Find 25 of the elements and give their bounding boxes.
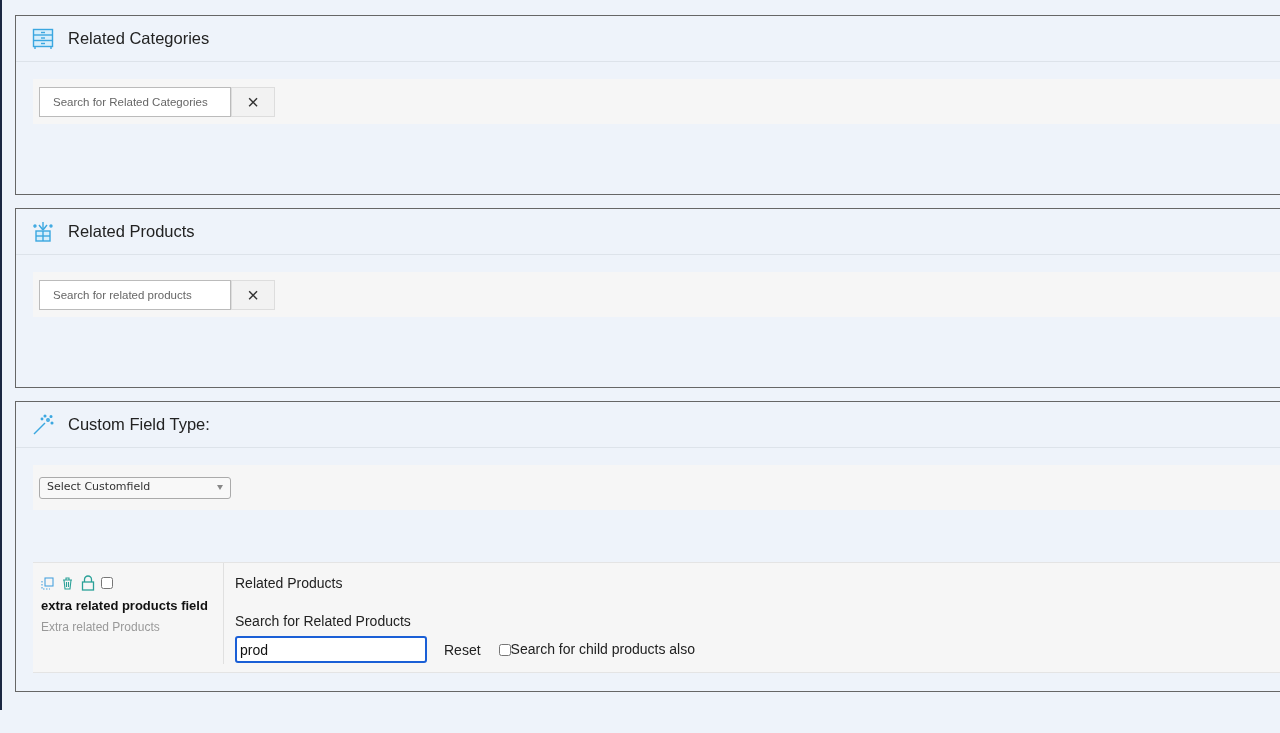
lock-icon[interactable]: [81, 575, 95, 591]
section-title: Related Products: [68, 221, 195, 243]
customfield-select[interactable]: Select Customfield: [39, 476, 231, 499]
select-checkbox[interactable]: [101, 577, 113, 589]
child-products-checkbox[interactable]: [498, 643, 511, 656]
field-name: extra related products field: [41, 597, 209, 615]
search-field[interactable]: Search for related products: [39, 279, 231, 310]
gift-icon: [32, 220, 54, 243]
section-title: Related Categories: [68, 28, 210, 50]
reset-button[interactable]: Reset: [444, 640, 481, 661]
search-field[interactable]: prod: [235, 636, 427, 663]
field-subtitle: Extra related Products: [41, 618, 161, 636]
section-title: Custom Field Type:: [68, 414, 210, 436]
clear-button[interactable]: ×: [231, 279, 275, 310]
dropdown-caret-icon: [217, 485, 223, 490]
field-title: Related Products: [235, 574, 344, 593]
trash-icon[interactable]: [62, 576, 73, 590]
checkbox-label: Search for child products also: [510, 640, 695, 659]
clear-button[interactable]: ×: [231, 86, 275, 117]
magic-wand-icon: [32, 413, 54, 436]
sidebar-edge: [0, 655, 2, 710]
search-field[interactable]: Search for Related Categories: [39, 86, 231, 117]
copy-icon[interactable]: [41, 576, 54, 590]
search-label: Search for Related Products: [235, 612, 412, 631]
drawers-icon: [32, 27, 54, 50]
